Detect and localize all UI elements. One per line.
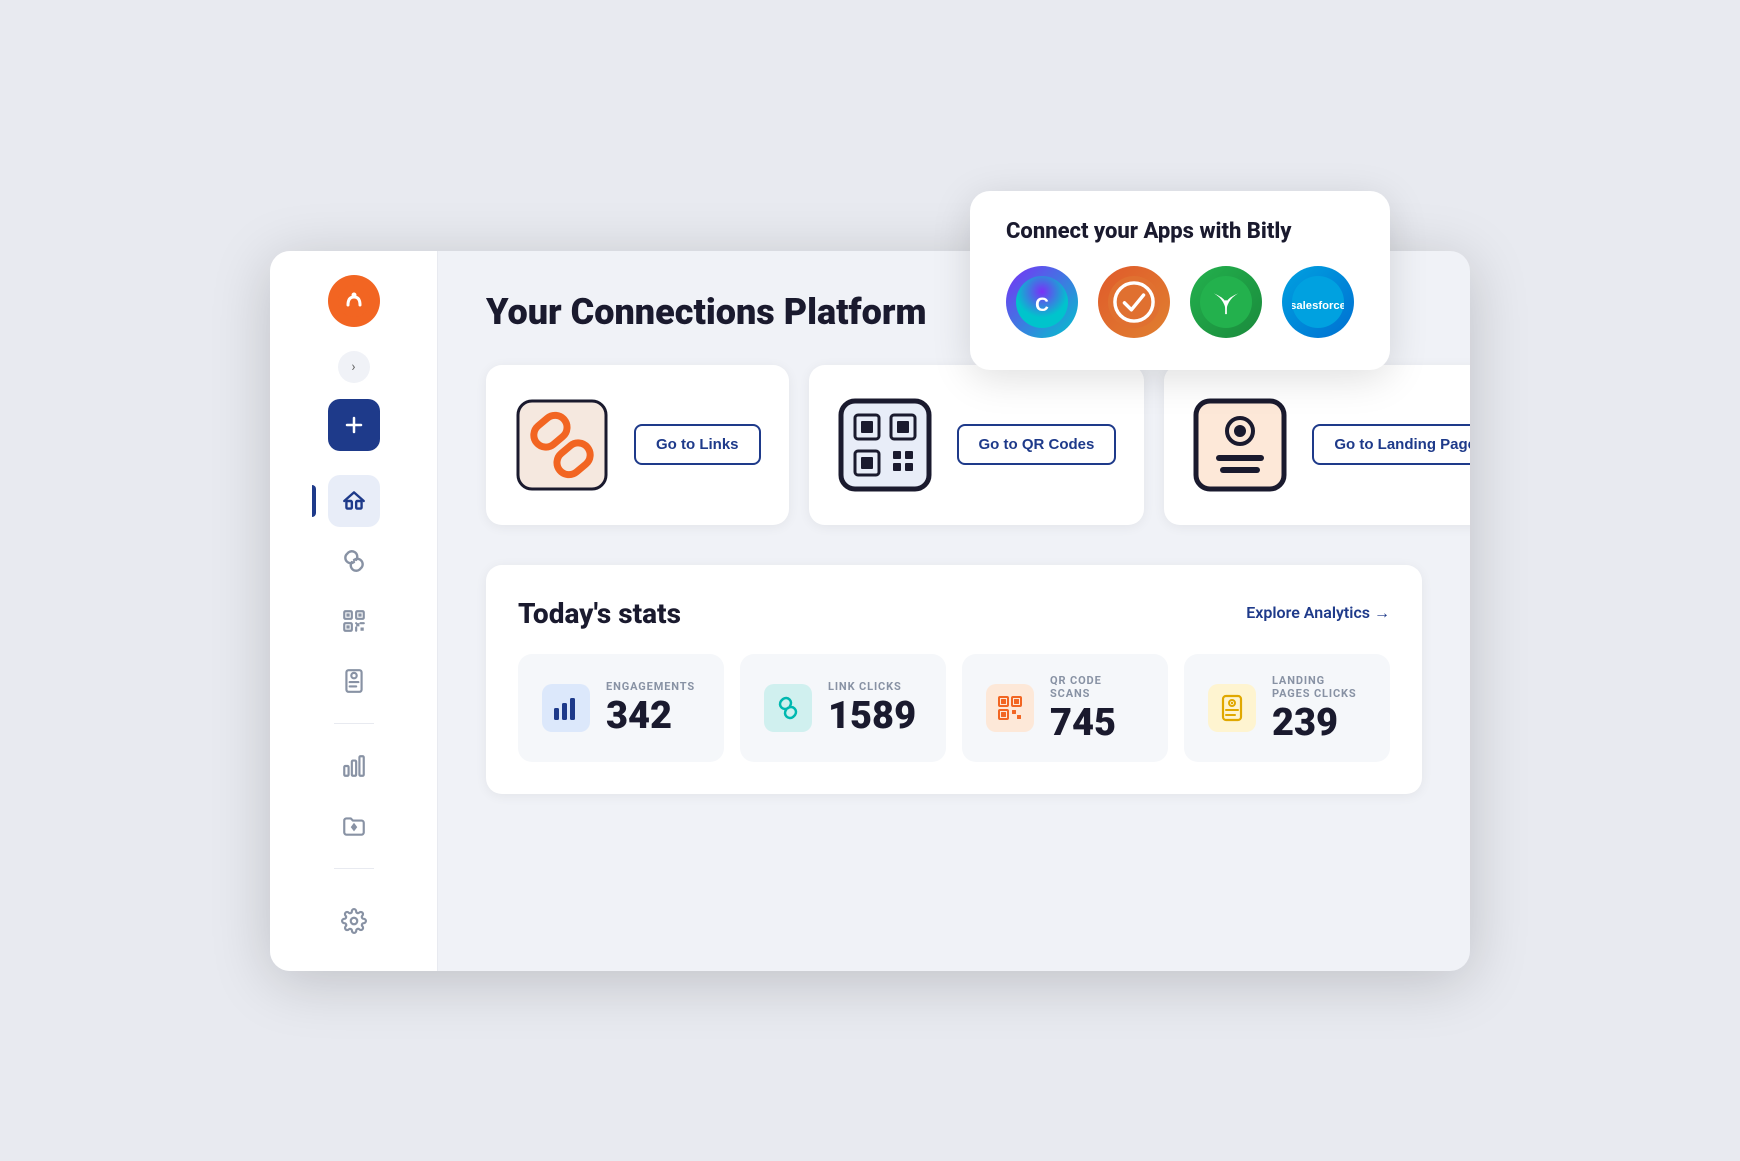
link-clicks-value: 1589 bbox=[828, 697, 916, 735]
connect-tooltip: Connect your Apps with Bitly C bbox=[970, 191, 1390, 370]
qr-codes-feature-card: Go to QR Codes bbox=[809, 365, 1145, 525]
link-clicks-label: LINK CLICKS bbox=[828, 680, 916, 693]
sidebar-item-campaigns[interactable] bbox=[328, 800, 380, 852]
lp-clicks-label: LANDING PAGES CLICKS bbox=[1272, 674, 1366, 700]
go-to-links-button[interactable]: Go to Links bbox=[634, 424, 761, 465]
sidebar-divider-2 bbox=[334, 868, 374, 869]
svg-text:salesforce: salesforce bbox=[1292, 300, 1344, 312]
stats-section: Today's stats Explore Analytics → bbox=[486, 565, 1422, 794]
explore-analytics-link[interactable]: Explore Analytics → bbox=[1246, 603, 1390, 623]
engagements-label: ENGAGEMENTS bbox=[606, 680, 695, 693]
qr-icon bbox=[837, 397, 933, 493]
landing-pages-icon bbox=[1192, 397, 1288, 493]
link-clicks-icon-wrap bbox=[764, 684, 812, 732]
links-feature-card: Go to Links bbox=[486, 365, 789, 525]
sidebar-item-landing-pages[interactable] bbox=[328, 655, 380, 707]
stats-title: Today's stats bbox=[518, 597, 681, 630]
sidebar-item-links[interactable] bbox=[328, 535, 380, 587]
stat-link-clicks: LINK CLICKS 1589 bbox=[740, 654, 946, 762]
sidebar-item-qr-codes[interactable] bbox=[328, 595, 380, 647]
qr-scans-value: 745 bbox=[1050, 704, 1144, 742]
lp-clicks-icon-wrap bbox=[1208, 684, 1256, 732]
landing-pages-feature-card: Go to Landing Pages bbox=[1164, 365, 1470, 525]
sidebar-item-analytics[interactable] bbox=[328, 740, 380, 792]
sidebar-expand-button[interactable]: › bbox=[338, 351, 370, 383]
stat-engagements: ENGAGEMENTS 342 bbox=[518, 654, 724, 762]
qr-scans-info: QR CODE SCANS 745 bbox=[1050, 674, 1144, 742]
engagements-icon-wrap bbox=[542, 684, 590, 732]
screen-wrapper: Connect your Apps with Bitly C bbox=[270, 191, 1470, 971]
stat-qr-scans: QR CODE SCANS 745 bbox=[962, 654, 1168, 762]
stat-lp-clicks: LANDING PAGES CLICKS 239 bbox=[1184, 654, 1390, 762]
bitly-logo[interactable] bbox=[328, 275, 380, 327]
qr-scans-label: QR CODE SCANS bbox=[1050, 674, 1144, 700]
link-clicks-info: LINK CLICKS 1589 bbox=[828, 680, 916, 735]
stats-header: Today's stats Explore Analytics → bbox=[518, 597, 1390, 630]
qr-scans-icon-wrap bbox=[986, 684, 1034, 732]
lp-clicks-info: LANDING PAGES CLICKS 239 bbox=[1272, 674, 1366, 742]
connect-apps-row: C bbox=[1006, 266, 1354, 338]
sidebar: › bbox=[270, 251, 438, 971]
engagements-value: 342 bbox=[606, 697, 695, 735]
feature-cards: Go to Links bbox=[486, 365, 1422, 525]
go-to-qr-codes-button[interactable]: Go to QR Codes bbox=[957, 424, 1117, 465]
go-to-landing-pages-button[interactable]: Go to Landing Pages bbox=[1312, 424, 1470, 465]
stats-cards: ENGAGEMENTS 342 LINK C bbox=[518, 654, 1390, 762]
sidebar-item-settings[interactable] bbox=[328, 895, 380, 947]
tooltip-title: Connect your Apps with Bitly bbox=[1006, 219, 1354, 244]
salesforce-app-icon[interactable]: salesforce bbox=[1282, 266, 1354, 338]
links-icon bbox=[514, 397, 610, 493]
sidebar-item-home[interactable] bbox=[328, 475, 380, 527]
svg-text:C: C bbox=[1035, 295, 1049, 316]
sidebar-divider bbox=[334, 723, 374, 724]
sprout-app-icon[interactable] bbox=[1190, 266, 1262, 338]
check-app-icon[interactable] bbox=[1098, 266, 1170, 338]
canva-app-icon[interactable]: C bbox=[1006, 266, 1078, 338]
create-button[interactable] bbox=[328, 399, 380, 451]
lp-clicks-value: 239 bbox=[1272, 704, 1366, 742]
engagements-info: ENGAGEMENTS 342 bbox=[606, 680, 695, 735]
